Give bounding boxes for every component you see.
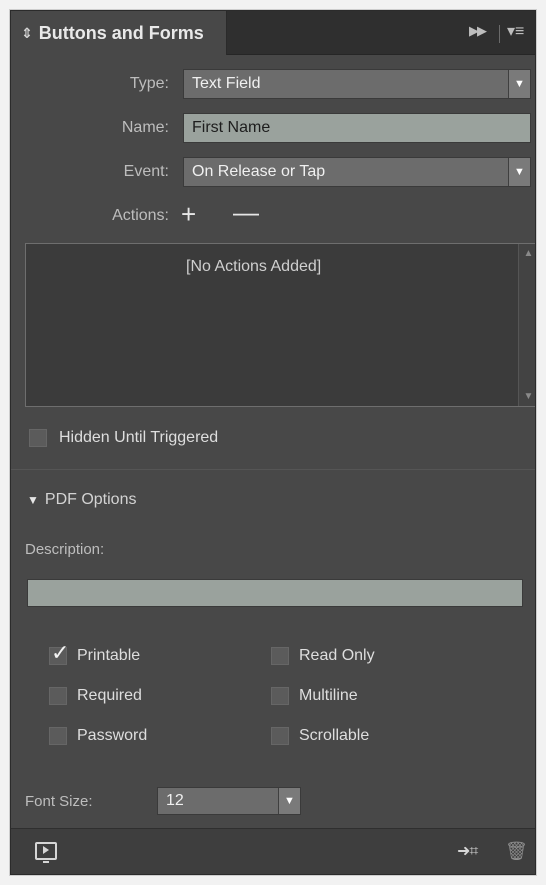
pdf-options-header[interactable]: ▼ PDF Options — [27, 491, 136, 509]
pdf-options-title: PDF Options — [44, 491, 137, 508]
multiline-label: Multiline — [299, 687, 358, 704]
actions-scrollbar[interactable]: ▲ ▼ — [518, 244, 535, 406]
double-chevron-right-icon[interactable]: ▶▶ — [469, 23, 489, 43]
printable-checkbox[interactable]: ✓ — [49, 642, 69, 665]
font-size-value: 12 — [166, 792, 184, 809]
trash-icon[interactable]: 🗑 — [505, 841, 528, 861]
checkmark-icon: ✓ — [51, 640, 70, 665]
description-input[interactable] — [27, 579, 523, 607]
panel-footer: ➜⌗ 🗑 — [11, 828, 535, 874]
tab-title: Buttons and Forms — [38, 22, 204, 43]
scrollable-label: Scrollable — [299, 727, 370, 744]
required-checkbox[interactable] — [49, 687, 67, 705]
read-only-checkbox[interactable] — [271, 647, 289, 665]
event-label: Event: — [123, 163, 169, 180]
type-value: Text Field — [192, 75, 261, 92]
printable-label: Printable — [77, 647, 141, 664]
scrollable-checkbox[interactable] — [271, 727, 289, 745]
preview-spread-icon[interactable] — [35, 842, 57, 863]
section-divider — [11, 469, 535, 470]
type-label: Type: — [129, 75, 169, 92]
password-label: Password — [77, 727, 148, 744]
no-actions-text: [No Actions Added] — [186, 258, 322, 275]
updown-icon: ⇕ — [21, 24, 33, 41]
tab-buttons-and-forms[interactable]: ⇕ Buttons and Forms — [11, 11, 227, 55]
event-dropdown[interactable]: On Release or Tap ▼ — [183, 157, 531, 187]
type-dropdown[interactable]: Text Field ▼ — [183, 69, 531, 99]
convert-to-object-icon[interactable]: ➜⌗ — [457, 841, 478, 861]
password-checkbox[interactable] — [49, 727, 67, 745]
buttons-and-forms-panel: ⇕ Buttons and Forms ▶▶ ▾≡ Type: Text Fie… — [10, 10, 536, 875]
name-label: Name: — [121, 119, 169, 136]
scroll-down-icon[interactable]: ▼ — [519, 391, 535, 402]
tab-separator — [499, 25, 500, 43]
hidden-until-triggered-checkbox[interactable] — [29, 429, 47, 447]
required-label: Required — [77, 687, 142, 704]
event-value: On Release or Tap — [192, 163, 326, 180]
scroll-up-icon[interactable]: ▲ — [519, 248, 535, 259]
panel-menu-icon[interactable]: ▾≡ — [507, 21, 531, 45]
chevron-down-icon: ▼ — [508, 70, 530, 98]
add-action-button[interactable]: + — [181, 201, 196, 227]
hidden-until-triggered-label: Hidden Until Triggered — [59, 429, 219, 446]
name-value: First Name — [192, 119, 271, 136]
font-size-dropdown[interactable]: 12 ▼ — [157, 787, 301, 815]
remove-action-button[interactable]: — — [233, 199, 259, 225]
name-input[interactable]: First Name — [183, 113, 531, 143]
font-size-label: Font Size: — [25, 793, 93, 810]
triangle-down-icon: ▼ — [27, 493, 39, 507]
chevron-down-icon: ▼ — [278, 788, 300, 814]
panel-tab-bar: ⇕ Buttons and Forms ▶▶ ▾≡ — [11, 11, 535, 55]
description-label: Description: — [25, 541, 105, 558]
read-only-label: Read Only — [299, 647, 375, 664]
actions-list[interactable]: [No Actions Added] ▲ ▼ — [25, 243, 535, 407]
multiline-checkbox[interactable] — [271, 687, 289, 705]
chevron-down-icon: ▼ — [508, 158, 530, 186]
actions-label: Actions: — [112, 207, 169, 224]
